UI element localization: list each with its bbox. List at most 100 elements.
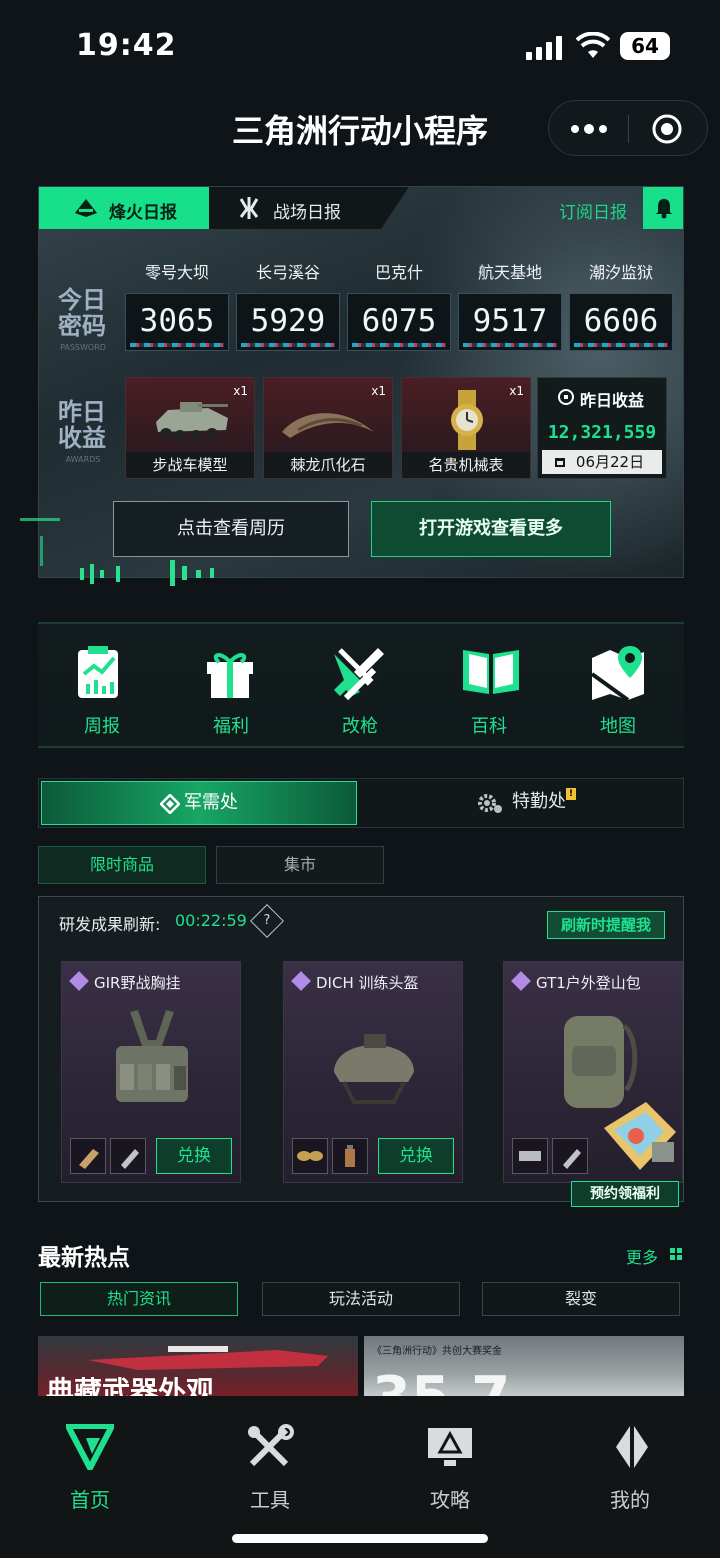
reserve-welfare-button[interactable]: 预约领福利 [571,1181,679,1207]
tool-icon [563,1149,581,1169]
signal-icon [526,36,562,60]
item-slot [292,1138,328,1174]
home-indicator [232,1534,488,1543]
help-icon[interactable]: ? [250,904,284,938]
claw-fossil-image [282,413,374,438]
map-code: 6606 [569,293,673,351]
wings-icon [239,197,259,219]
tab-guide[interactable]: 攻略 [360,1396,540,1526]
gear-icon [478,794,502,813]
news-card[interactable]: 《三角洲行动》共创大赛奖金 35.7 [364,1336,684,1400]
product-card[interactable]: DICH 训练头盔 兑换 [283,961,463,1183]
map-name: 航天基地 [477,263,542,282]
supply-tabs: 军需处 特勤处 [38,778,684,828]
watch-image [451,390,483,450]
shop-panel: 研发成果刷新: 00:22:59 ? 刷新时提醒我 GIR野战胸挂 兑换 DIC… [38,896,684,1207]
tab-hot-news[interactable]: 热门资讯 [40,1282,238,1316]
armor-plate-icon [519,1151,541,1161]
close-target-icon[interactable] [651,113,683,145]
map-code: 6075 [347,293,451,351]
subscribe-link[interactable]: 订阅日报 [559,198,627,223]
refresh-countdown: 00:22:59 [175,911,247,930]
tab-activities[interactable]: 玩法活动 [262,1282,460,1316]
ammo-icon [79,1149,99,1169]
map-name: 长弓溪谷 [255,263,320,282]
item-slot [552,1138,588,1174]
status-time: 19:42 [76,28,177,63]
shortcut-map[interactable]: 地图 [558,624,678,748]
chest-rig-image [116,1010,188,1102]
refresh-label: 研发成果刷新: [59,915,161,934]
shortcut-bar: 周报 福利 改枪 百科 地图 [38,622,684,748]
calendar-icon [555,458,565,467]
book-icon [463,650,519,694]
reward-item-card[interactable]: x1 名贵机械表 [401,377,531,479]
profile-logo-icon [616,1426,648,1468]
tab-fission[interactable]: 裂变 [482,1282,680,1316]
map-code: 3065 [125,293,229,351]
tab-fire-report[interactable]: 烽火日报 [39,187,209,229]
diamond-icon [160,794,180,814]
grenade-icon [345,1145,355,1167]
bell-button[interactable] [643,187,683,229]
map-name: 巴克什 [374,263,423,282]
item-slot [110,1138,146,1174]
map-pin-icon [590,646,644,702]
exchange-button[interactable]: 兑换 [378,1138,454,1174]
miniprogram-capsule [548,100,708,156]
product-card[interactable]: GT1户外登山包 [503,961,683,1183]
product-card[interactable]: GIR野战胸挂 兑换 [61,961,241,1183]
more-link[interactable]: 更多 [626,1244,658,1268]
news-card[interactable]: 典藏武器外观 [38,1336,358,1400]
flashlight-icon [121,1149,139,1169]
shortcut-gun-mod[interactable]: 改枪 [300,624,420,748]
monitor-icon [428,1428,472,1466]
exchange-button[interactable]: 兑换 [156,1138,232,1174]
map-name: 零号大坝 [144,263,209,282]
map-code: 9517 [458,293,562,351]
map-code: 5929 [236,293,340,351]
tab-special-ops[interactable]: 特勤处 [369,781,681,825]
open-game-button[interactable]: 打开游戏查看更多 [371,501,611,557]
shortcut-weekly-report[interactable]: 周报 [42,624,162,748]
reward-item-card[interactable]: x1 步战车模型 [125,377,255,479]
grid-icon[interactable] [670,1248,682,1260]
password-label: 今日密码 [58,286,106,340]
shortcut-wiki[interactable]: 百科 [429,624,549,748]
ammo-slot [70,1138,106,1174]
notification-badge: ! [566,788,576,800]
gift-icon [207,653,253,698]
income-sublabel: AWARDS [65,455,101,464]
vehicle-model-image [156,402,228,442]
shortcut-welfare[interactable]: 福利 [171,624,291,748]
waveform-decoration [20,518,214,586]
tab-limited-goods[interactable]: 限时商品 [38,846,206,884]
hot-news-title: 最新热点 [38,1245,130,1271]
tab-battle-report[interactable]: 战场日报 [209,187,409,229]
tools-icon [248,1424,294,1467]
goggles-icon [297,1151,323,1161]
status-bar: 19:42 64 [0,0,720,96]
home-logo-icon [66,1424,114,1470]
remind-refresh-button[interactable]: 刷新时提醒我 [547,911,665,939]
income-label: 昨日收益 [58,398,106,452]
report-chart-icon [78,646,118,698]
item-slot [512,1138,548,1174]
tab-quartermaster[interactable]: 军需处 [41,781,357,825]
map-name: 潮汐监狱 [588,263,653,282]
wifi-icon [576,32,610,58]
yesterday-income-box: 昨日收益 12,321,559 06月22日 [537,377,667,479]
tab-home[interactable]: 首页 [0,1396,180,1526]
tab-mine[interactable]: 我的 [540,1396,720,1526]
item-slot [332,1138,368,1174]
battery-indicator: 64 [620,32,670,60]
promo-beach-image [604,1102,676,1170]
more-dots-icon[interactable] [569,121,609,137]
helmet-image [334,1034,414,1104]
income-value: 12,321,559 [547,422,657,443]
reward-item-card[interactable]: x1 棘龙爪化石 [263,377,393,479]
tab-tools[interactable]: 工具 [180,1396,360,1526]
tab-market[interactable]: 集市 [216,846,384,884]
gun-wrench-icon [334,648,384,701]
password-sublabel: PASSWORD [60,343,106,352]
